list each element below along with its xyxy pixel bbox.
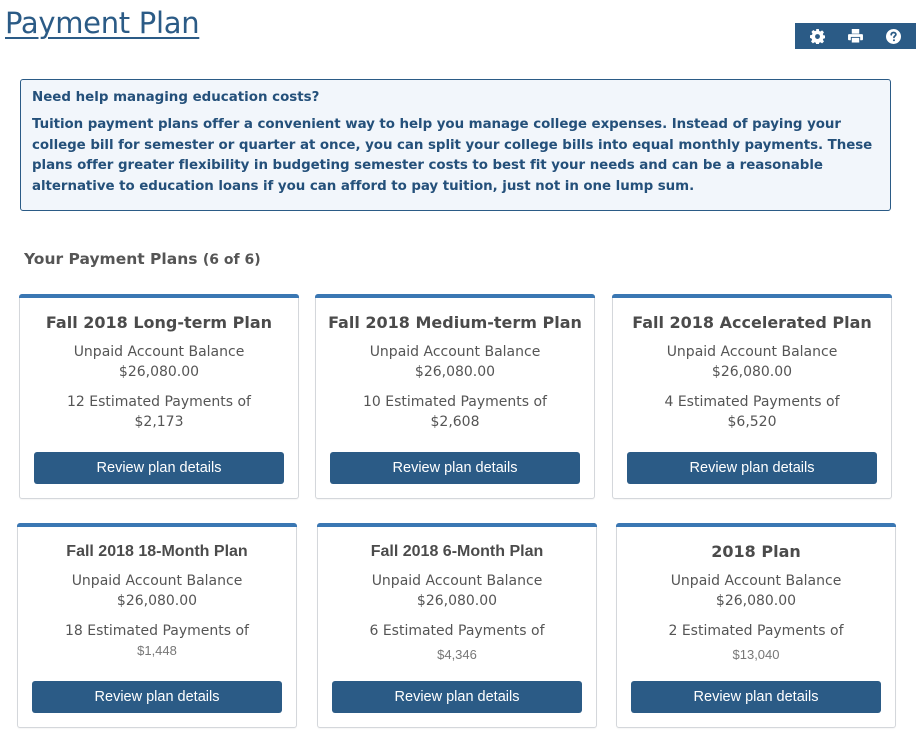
payment-amount: $6,520 xyxy=(727,414,777,430)
balance-value: $26,080.00 xyxy=(711,364,793,380)
review-plan-details-button[interactable]: Review plan details xyxy=(34,452,284,484)
payment-amount: $1,448 xyxy=(137,643,177,658)
plan-title: Fall 2018 Accelerated Plan xyxy=(632,313,872,332)
plan-title: Fall 2018 Medium-term Plan xyxy=(328,313,582,332)
review-plan-details-button[interactable]: Review plan details xyxy=(332,681,582,713)
plan-card: Fall 2018 6-Month Plan Unpaid Account Ba… xyxy=(317,523,597,728)
plan-title: Fall 2018 Long-term Plan xyxy=(45,313,273,332)
balance-label: Unpaid Account Balance xyxy=(666,344,838,360)
payment-amount: $13,040 xyxy=(732,647,780,662)
balance-label: Unpaid Account Balance xyxy=(369,344,541,360)
balance-value: $26,080.00 xyxy=(416,593,498,609)
section-title: Your Payment Plans (6 of 6) xyxy=(24,250,261,268)
plan-title: Fall 2018 6-Month Plan xyxy=(370,543,544,560)
print-icon xyxy=(848,29,863,43)
plan-card: Fall 2018 Long-term Plan Unpaid Account … xyxy=(19,294,299,499)
plan-title: 2018 Plan xyxy=(711,542,801,561)
plan-card: 2018 Plan Unpaid Account Balance $26,080… xyxy=(616,523,896,728)
payment-amount: $2,173 xyxy=(134,414,184,430)
payment-amount: $4,346 xyxy=(437,647,477,662)
balance-value: $26,080.00 xyxy=(414,364,496,380)
payments-label: 12 Estimated Payments of xyxy=(67,394,251,410)
payments-label: 6 Estimated Payments of xyxy=(369,623,545,639)
gear-icon xyxy=(810,28,826,44)
plan-card: Fall 2018 Accelerated Plan Unpaid Accoun… xyxy=(612,294,892,499)
plan-card: Fall 2018 Medium-term Plan Unpaid Accoun… xyxy=(315,294,595,499)
help-icon xyxy=(885,28,901,44)
balance-label: Unpaid Account Balance xyxy=(71,573,243,589)
review-plan-details-button[interactable]: Review plan details xyxy=(631,681,881,713)
info-text: Tuition payment plans offer a convenient… xyxy=(32,117,873,194)
info-box: Need help managing education costs? Tuit… xyxy=(20,79,891,211)
payments-label: 4 Estimated Payments of xyxy=(664,394,840,410)
plans-count: (6 of 6) xyxy=(202,252,261,268)
review-plan-details-button[interactable]: Review plan details xyxy=(32,681,282,713)
section-title-text: Your Payment Plans xyxy=(24,250,198,268)
balance-value: $26,080.00 xyxy=(715,593,797,609)
plan-title: Fall 2018 18-Month Plan xyxy=(66,543,248,560)
balance-label: Unpaid Account Balance xyxy=(670,573,842,589)
print-button[interactable] xyxy=(840,23,870,49)
balance-value: $26,080.00 xyxy=(118,364,200,380)
page-title[interactable]: Payment Plan xyxy=(5,6,200,40)
plan-card: Fall 2018 18-Month Plan Unpaid Account B… xyxy=(17,523,297,728)
toolbar xyxy=(795,23,916,49)
payments-label: 18 Estimated Payments of xyxy=(65,623,249,639)
payments-label: 10 Estimated Payments of xyxy=(363,394,547,410)
review-plan-details-button[interactable]: Review plan details xyxy=(330,452,580,484)
balance-label: Unpaid Account Balance xyxy=(371,573,543,589)
balance-value: $26,080.00 xyxy=(116,593,198,609)
settings-button[interactable] xyxy=(803,23,833,49)
payments-label: 2 Estimated Payments of xyxy=(668,623,844,639)
info-title: Need help managing education costs? xyxy=(32,90,320,105)
payment-amount: $2,608 xyxy=(430,414,480,430)
review-plan-details-button[interactable]: Review plan details xyxy=(627,452,877,484)
help-button[interactable] xyxy=(878,23,908,49)
balance-label: Unpaid Account Balance xyxy=(73,344,245,360)
